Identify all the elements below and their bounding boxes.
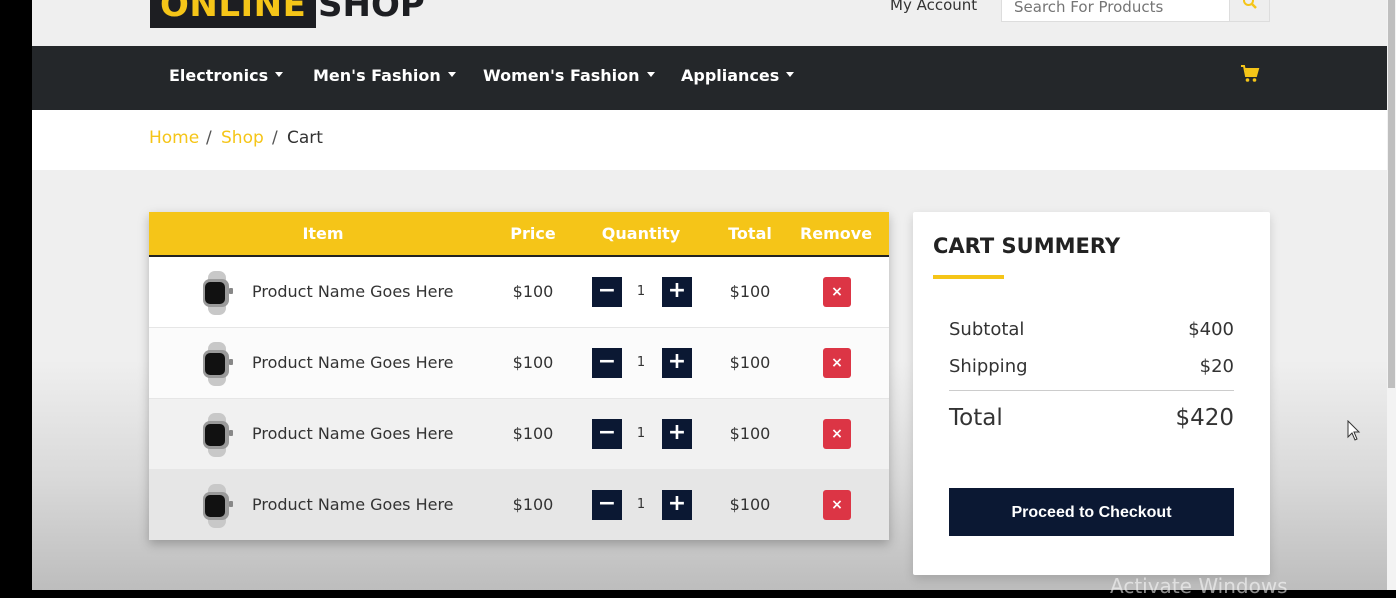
search-button[interactable]	[1229, 0, 1270, 22]
header-item: Item	[302, 224, 344, 243]
qty-increment-button[interactable]: +	[662, 419, 692, 449]
search-icon	[1242, 0, 1257, 9]
price-cell: $100	[512, 495, 554, 514]
total-label: Total	[949, 405, 1003, 431]
remove-button[interactable]: ×	[823, 490, 851, 520]
search-input[interactable]	[1001, 0, 1229, 22]
remove-button[interactable]: ×	[823, 277, 851, 307]
total-cell: $100	[729, 282, 771, 301]
title-underline	[933, 275, 1004, 279]
smartwatch-image	[203, 484, 233, 528]
shipping-value: $20	[1199, 356, 1234, 377]
nav-mens-fashion[interactable]: Men's Fashion	[313, 66, 456, 85]
smartwatch-image	[203, 342, 233, 386]
header-quantity: Quantity	[601, 224, 681, 243]
activate-windows-watermark: Activate Windows	[1110, 574, 1288, 598]
nav-electronics[interactable]: Electronics	[169, 66, 284, 85]
table-row: Product Name Goes Here $100 − 1 + $100 ×	[149, 328, 889, 399]
proceed-to-checkout-button[interactable]: Proceed to Checkout	[949, 488, 1234, 536]
product-name[interactable]: Product Name Goes Here	[252, 282, 454, 301]
cart-table: Item Price Quantity Total Remove Product…	[149, 212, 889, 540]
chevron-down-icon	[275, 72, 284, 77]
qty-decrement-button[interactable]: −	[592, 490, 622, 520]
breadcrumb-current: Cart	[287, 128, 323, 148]
nav-label: Electronics	[169, 66, 269, 85]
logo-shop[interactable]: SHOP	[318, 0, 425, 28]
smartwatch-image	[203, 271, 233, 315]
table-row: Product Name Goes Here $100 − 1 + $100 ×	[149, 470, 889, 540]
total-cell: $100	[729, 353, 771, 372]
qty-value[interactable]: 1	[631, 284, 651, 299]
chevron-down-icon	[646, 72, 655, 77]
remove-button[interactable]: ×	[823, 419, 851, 449]
table-row: Product Name Goes Here $100 − 1 + $100 ×	[149, 399, 889, 470]
qty-decrement-button[interactable]: −	[592, 277, 622, 307]
total-value: $420	[1175, 405, 1234, 431]
qty-value[interactable]: 1	[631, 355, 651, 370]
price-cell: $100	[512, 353, 554, 372]
shopping-cart-icon[interactable]	[1240, 64, 1260, 84]
nav-label: Women's Fashion	[483, 66, 640, 85]
product-name[interactable]: Product Name Goes Here	[252, 424, 454, 443]
summary-title: CART SUMMERY	[933, 234, 1121, 258]
mouse-cursor-icon	[1347, 420, 1361, 441]
qty-decrement-button[interactable]: −	[592, 419, 622, 449]
smartwatch-image	[203, 413, 233, 457]
chevron-down-icon	[786, 72, 795, 77]
chevron-down-icon	[447, 72, 456, 77]
breadcrumb-home[interactable]: Home	[149, 128, 199, 148]
logo-online[interactable]: ONLINE	[150, 0, 317, 28]
subtotal-label: Subtotal	[949, 319, 1025, 340]
qty-value[interactable]: 1	[631, 426, 651, 441]
shipping-label: Shipping	[949, 356, 1028, 377]
total-cell: $100	[729, 495, 771, 514]
remove-button[interactable]: ×	[823, 348, 851, 378]
nav-label: Men's Fashion	[313, 66, 441, 85]
summary-divider	[949, 390, 1234, 391]
breadcrumb-separator: /	[272, 128, 278, 148]
header-price: Price	[510, 224, 556, 243]
total-cell: $100	[729, 424, 771, 443]
qty-increment-button[interactable]: +	[662, 277, 692, 307]
my-account-link[interactable]: My Account	[890, 0, 977, 14]
table-row: Product Name Goes Here $100 − 1 + $100 ×	[149, 257, 889, 328]
scrollbar-thumb[interactable]	[1388, 0, 1395, 388]
table-header: Item Price Quantity Total Remove	[149, 212, 889, 257]
qty-value[interactable]: 1	[631, 497, 651, 512]
nav-label: Appliances	[681, 66, 780, 85]
qty-increment-button[interactable]: +	[662, 490, 692, 520]
price-cell: $100	[512, 282, 554, 301]
nav-appliances[interactable]: Appliances	[681, 66, 795, 85]
cart-summary-panel: CART SUMMERY Subtotal $400 Shipping $20 …	[913, 212, 1270, 575]
qty-decrement-button[interactable]: −	[592, 348, 622, 378]
header-total: Total	[728, 224, 772, 243]
product-name[interactable]: Product Name Goes Here	[252, 353, 454, 372]
subtotal-value: $400	[1188, 319, 1234, 340]
breadcrumb-shop[interactable]: Shop	[221, 128, 264, 148]
price-cell: $100	[512, 424, 554, 443]
product-name[interactable]: Product Name Goes Here	[252, 495, 454, 514]
breadcrumb-separator: /	[206, 128, 212, 148]
header-remove: Remove	[799, 224, 873, 243]
nav-womens-fashion[interactable]: Women's Fashion	[483, 66, 655, 85]
qty-increment-button[interactable]: +	[662, 348, 692, 378]
